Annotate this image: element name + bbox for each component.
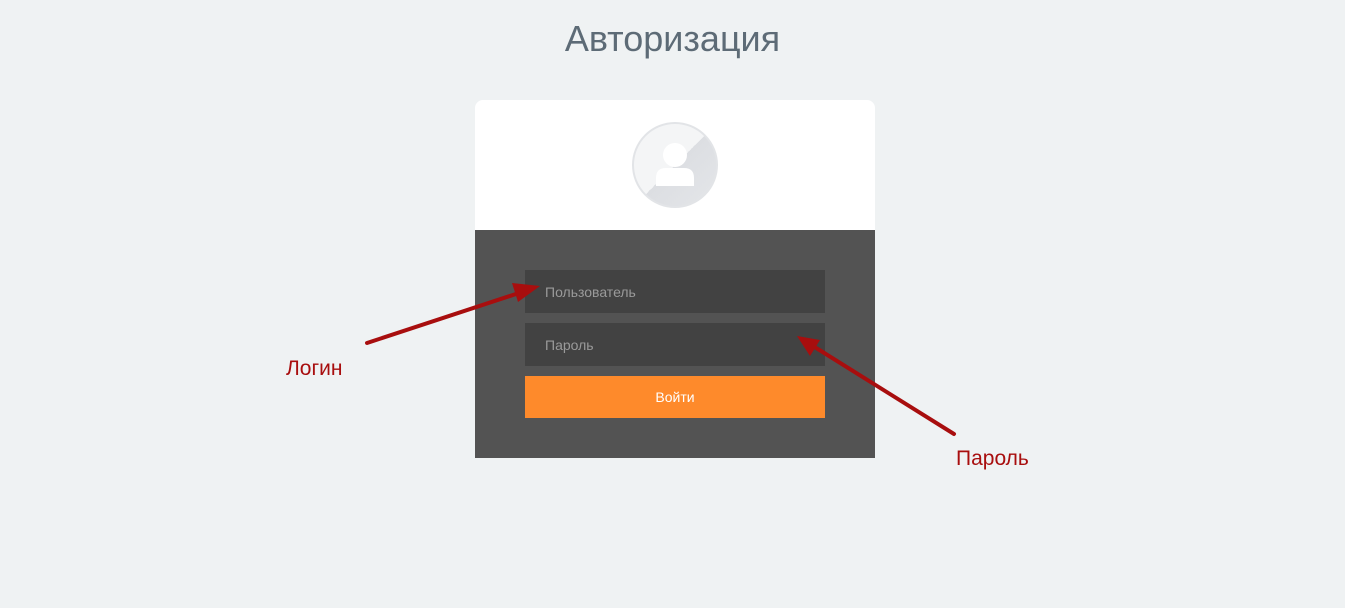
annotation-arrows — [365, 283, 956, 436]
password-annotation-label: Пароль — [956, 447, 1029, 470]
login-annotation-label: Логин — [286, 357, 343, 380]
login-arrow — [365, 283, 540, 345]
password-arrow — [797, 336, 956, 436]
